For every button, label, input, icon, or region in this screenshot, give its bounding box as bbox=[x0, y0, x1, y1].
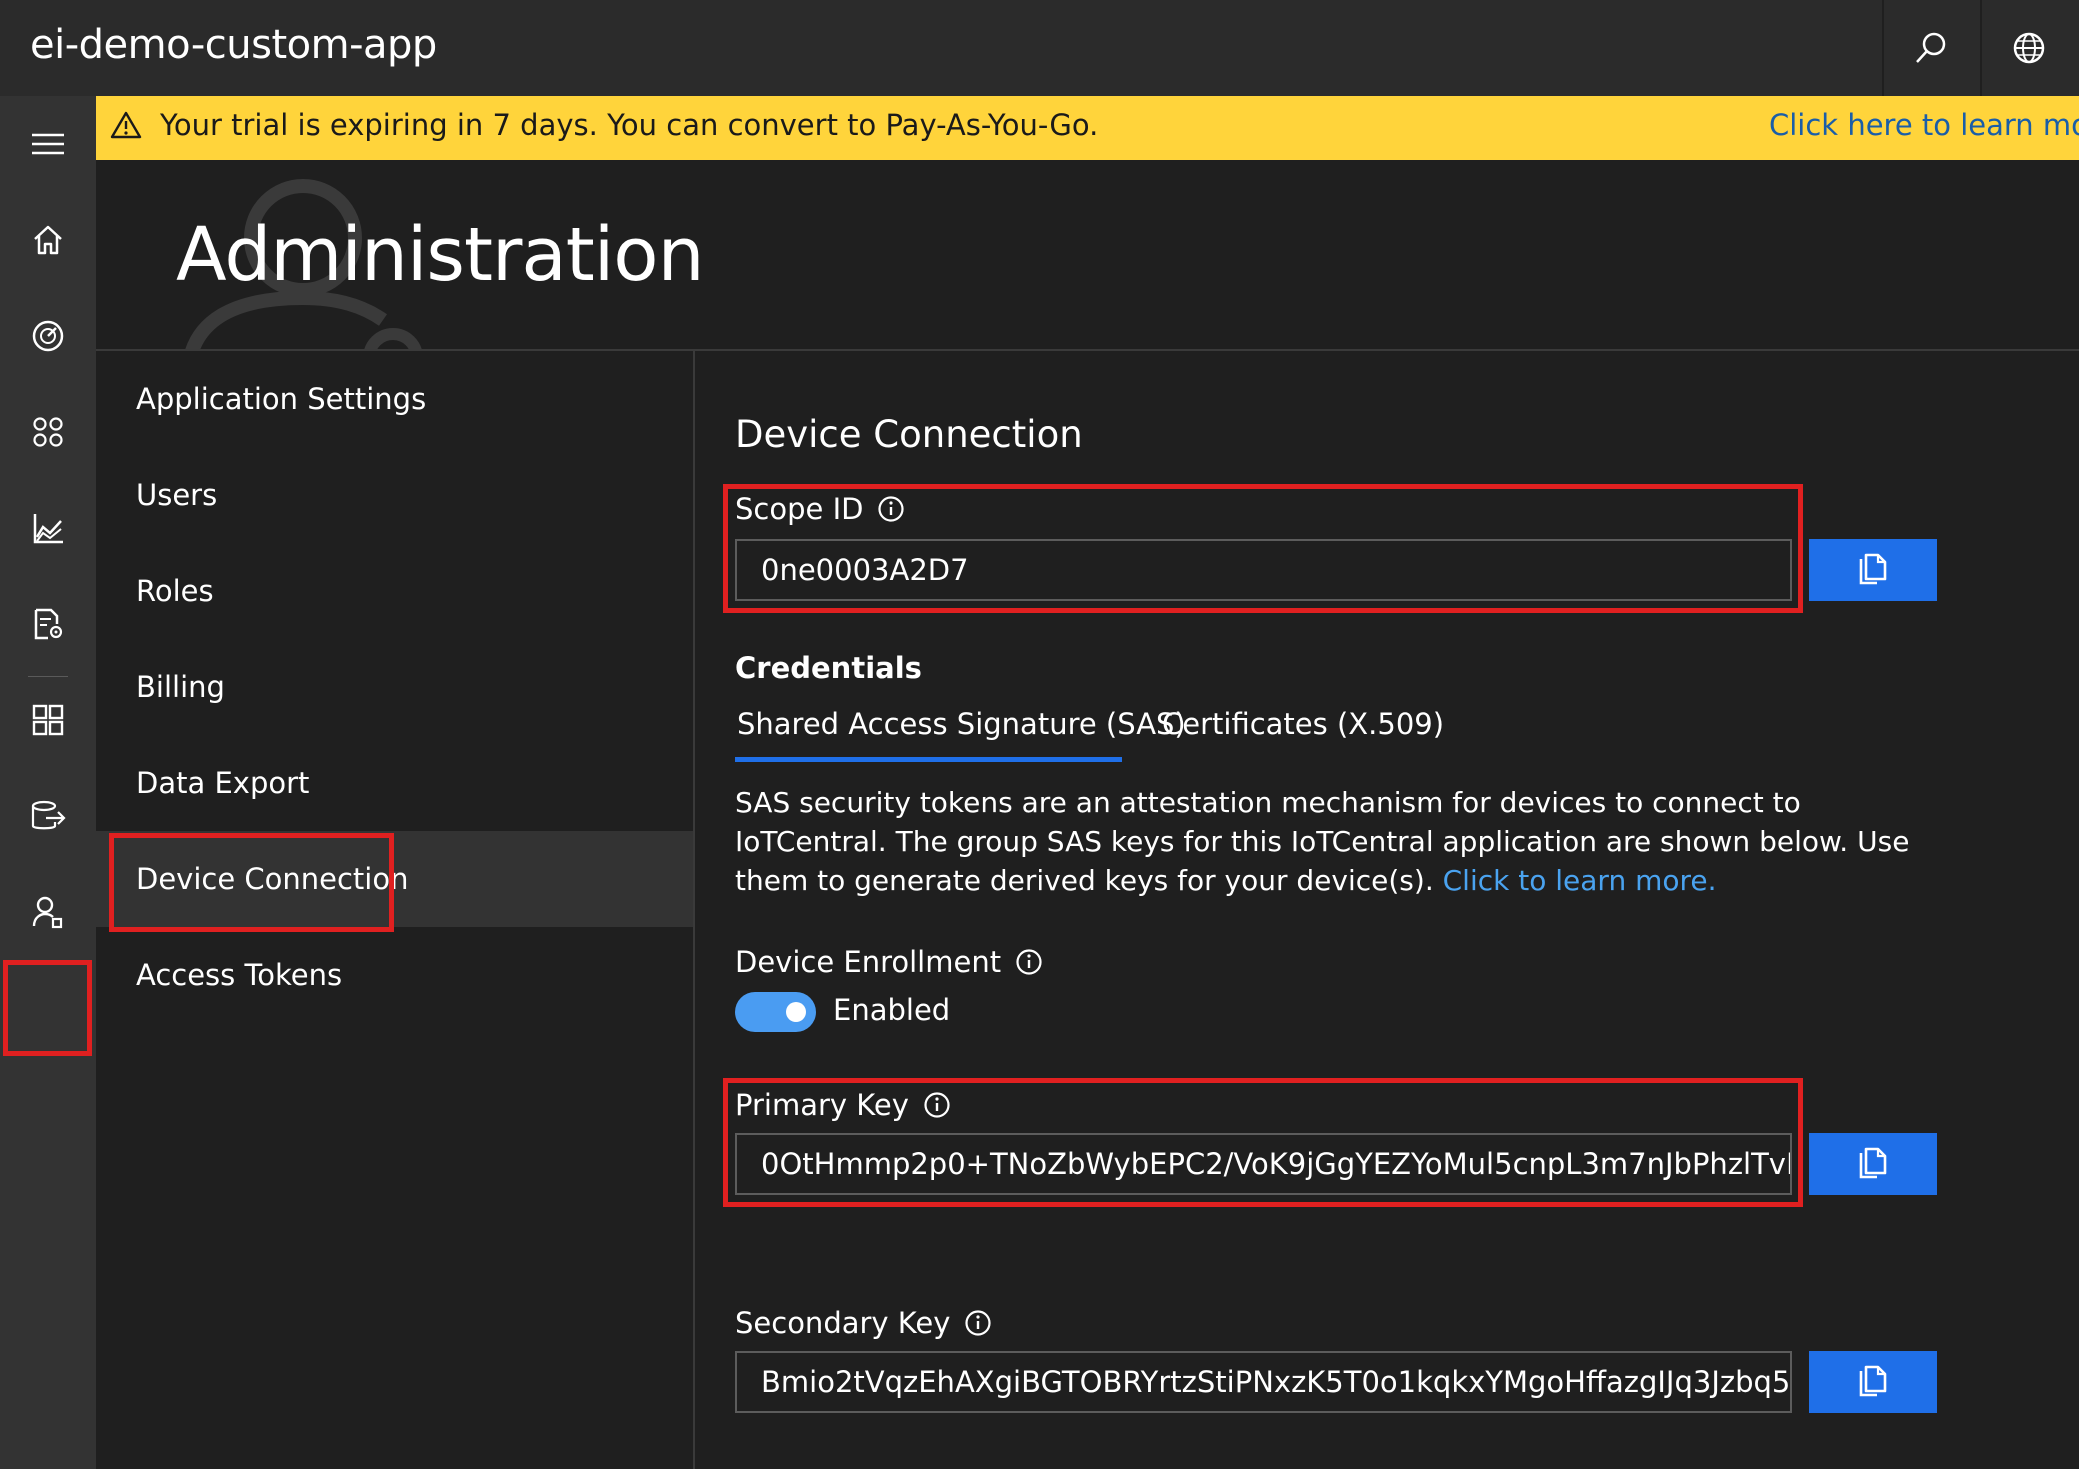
left-nav-rail bbox=[0, 96, 96, 1469]
trial-learn-more-link[interactable]: Click here to learn more a bbox=[1769, 108, 2079, 142]
nav-administration[interactable] bbox=[0, 864, 96, 960]
nav-item-users[interactable]: Users bbox=[96, 447, 693, 543]
info-icon[interactable] bbox=[964, 1309, 992, 1337]
globe-icon bbox=[2013, 32, 2045, 64]
copy-icon bbox=[1859, 1147, 1887, 1179]
search-icon bbox=[1916, 32, 1946, 63]
device-enrollment-toggle[interactable] bbox=[735, 992, 816, 1032]
enrollment-state: Enabled bbox=[833, 993, 951, 1027]
search-button[interactable] bbox=[1882, 0, 1978, 96]
nav-data-export[interactable] bbox=[0, 768, 96, 864]
warning-icon bbox=[110, 111, 142, 139]
secondary-key-label-group: Secondary Key bbox=[735, 1306, 992, 1340]
info-icon[interactable] bbox=[1015, 948, 1043, 976]
jobs-icon bbox=[34, 608, 63, 640]
templates-icon bbox=[32, 704, 64, 736]
sas-description-text: SAS security tokens are an attestation m… bbox=[735, 786, 1910, 897]
language-button[interactable] bbox=[1980, 0, 2076, 96]
device-connection-panel: Device Connection Scope ID 0ne0003A2D7 C… bbox=[697, 351, 2079, 1469]
device-enrollment-label: Device Enrollment bbox=[735, 945, 1002, 979]
data-export-icon bbox=[31, 800, 66, 830]
annotation-highlight-admin bbox=[3, 960, 92, 1056]
nav-item-access-tokens[interactable]: Access Tokens bbox=[96, 927, 693, 1023]
top-bar: ei-demo-custom-app bbox=[0, 0, 2079, 96]
copy-icon bbox=[1859, 553, 1887, 585]
administration-icon bbox=[32, 896, 63, 929]
nav-item-billing[interactable]: Billing bbox=[96, 639, 693, 735]
toggle-knob bbox=[786, 1002, 806, 1022]
nav-analytics[interactable] bbox=[0, 480, 96, 576]
annotation-highlight-scope-id bbox=[723, 484, 1803, 613]
secondary-key-label: Secondary Key bbox=[735, 1306, 951, 1340]
enrollment-label-group: Device Enrollment bbox=[735, 945, 1043, 979]
nav-dashboard[interactable] bbox=[0, 288, 96, 384]
copy-scope-id-button[interactable] bbox=[1809, 539, 1937, 601]
copy-primary-key-button[interactable] bbox=[1809, 1133, 1937, 1195]
admin-settings-nav: Application Settings Users Roles Billing… bbox=[96, 351, 695, 1469]
app-title: ei-demo-custom-app bbox=[30, 22, 437, 68]
section-title: Device Connection bbox=[735, 413, 1083, 456]
nav-item-roles[interactable]: Roles bbox=[96, 543, 693, 639]
device-groups-icon bbox=[33, 417, 63, 447]
secondary-key-field[interactable]: Bmio2tVqzEhAXgiBGTOBRYrtzStiPNxzK5T0o1kq… bbox=[735, 1351, 1792, 1413]
tab-certificates[interactable]: Certificates (X.509) bbox=[1162, 707, 1444, 741]
nav-home[interactable] bbox=[0, 192, 96, 288]
learn-more-link[interactable]: Click to learn more. bbox=[1443, 864, 1717, 897]
nav-item-application-settings[interactable]: Application Settings bbox=[96, 351, 693, 447]
page-title: Administration bbox=[176, 212, 704, 298]
trial-message: Your trial is expiring in 7 days. You ca… bbox=[160, 108, 1099, 142]
nav-item-data-export[interactable]: Data Export bbox=[96, 735, 693, 831]
menu-button[interactable] bbox=[0, 96, 96, 192]
tab-sas[interactable]: Shared Access Signature (SAS) bbox=[737, 707, 1186, 741]
dashboard-icon bbox=[32, 320, 64, 352]
copy-icon bbox=[1859, 1365, 1887, 1397]
home-icon bbox=[34, 225, 62, 255]
annotation-highlight-primary-key bbox=[723, 1078, 1803, 1207]
nav-device-templates[interactable] bbox=[0, 672, 96, 768]
trial-banner: Your trial is expiring in 7 days. You ca… bbox=[96, 96, 2079, 160]
annotation-highlight-device-connection bbox=[109, 833, 394, 932]
nav-jobs[interactable] bbox=[0, 576, 96, 672]
copy-secondary-key-button[interactable] bbox=[1809, 1351, 1937, 1413]
active-tab-indicator bbox=[735, 757, 1122, 762]
nav-devices[interactable] bbox=[0, 384, 96, 480]
credentials-heading: Credentials bbox=[735, 651, 922, 685]
menu-icon bbox=[32, 133, 64, 155]
analytics-icon bbox=[33, 514, 63, 544]
page-header: Administration bbox=[96, 160, 2079, 351]
sas-description: SAS security tokens are an attestation m… bbox=[735, 783, 1935, 900]
